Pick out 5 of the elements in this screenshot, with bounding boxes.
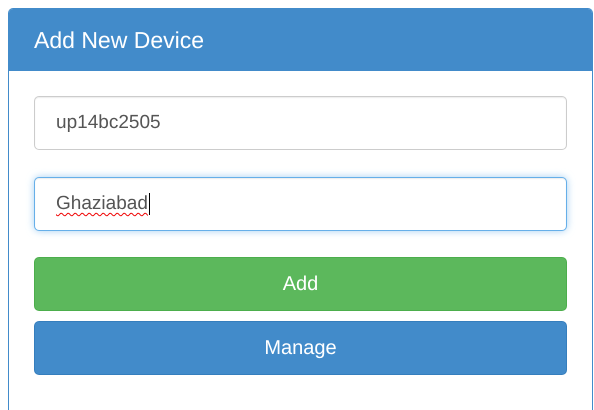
panel-title: Add New Device bbox=[9, 9, 592, 71]
text-caret bbox=[148, 193, 150, 215]
input-field[interactable]: up14bc2505 bbox=[34, 96, 567, 150]
input-field[interactable]: Ghaziabad bbox=[34, 177, 567, 231]
manage-button[interactable]: Manage bbox=[34, 321, 567, 375]
